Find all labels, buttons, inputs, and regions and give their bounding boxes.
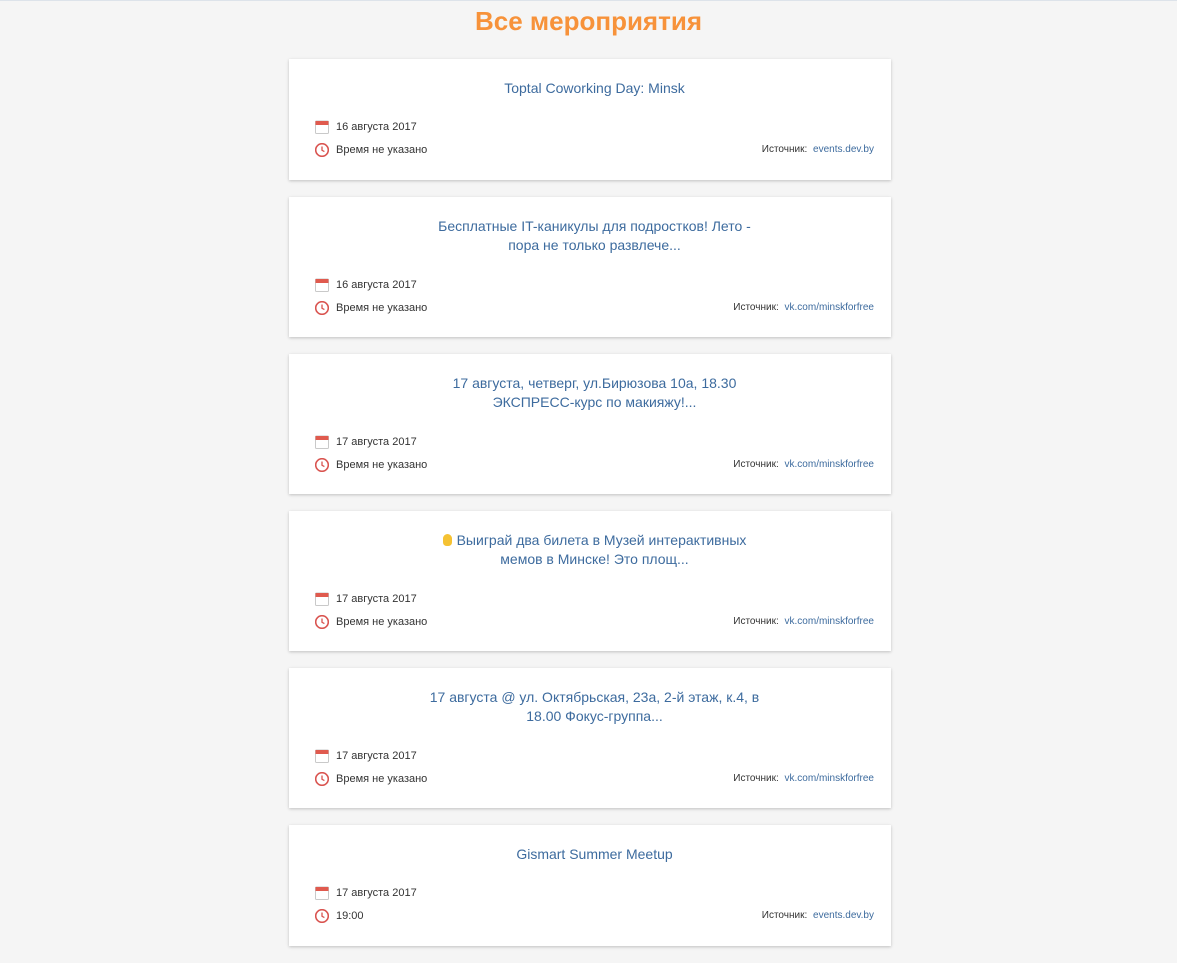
calendar-icon — [315, 120, 329, 134]
event-card: Gismart Summer Meetup 17 августа 2017 19… — [289, 825, 891, 946]
clock-icon — [315, 300, 329, 315]
event-title-line: 17 августа @ ул. Октябрьская, 23а, 2-й э… — [429, 689, 760, 705]
event-title-line: пора не только развлече... — [508, 237, 681, 253]
clock-icon — [315, 142, 329, 157]
event-title-line: 17 августа, четверг, ул.Бирюзова 10а, 18… — [452, 375, 737, 391]
event-title-link[interactable]: Бесплатные IT-каникулы для подростков! Л… — [425, 217, 765, 255]
source-label: Источник: — [733, 773, 779, 784]
event-title-link[interactable]: 17 августа, четверг, ул.Бирюзова 10а, 18… — [425, 374, 765, 412]
clock-icon — [315, 457, 329, 472]
event-source: Источник: vk.com/minskforfree — [733, 301, 874, 315]
event-title-link[interactable]: Выиграй два билета в Музей интерактивных… — [425, 531, 765, 569]
event-card: 17 августа, четверг, ул.Бирюзова 10а, 18… — [289, 354, 891, 494]
event-card: Бесплатные IT-каникулы для подростков! Л… — [289, 197, 891, 337]
clock-icon — [315, 908, 329, 923]
event-title-line: мемов в Минске! Это площ... — [500, 551, 689, 567]
event-title-line: Выиграй два билета в Музей интерактивных — [456, 532, 747, 548]
event-date-text: 16 августа 2017 — [336, 120, 417, 133]
event-date-text: 17 августа 2017 — [336, 749, 417, 762]
event-title-line: 18.00 Фокус-группа... — [526, 708, 663, 724]
page-title: Все мероприятия — [474, 6, 702, 36]
source-label: Источник: — [761, 910, 808, 921]
event-time-text: Время не указано — [336, 301, 428, 314]
event-date: 17 августа 2017 — [315, 881, 874, 904]
calendar-icon — [315, 435, 329, 449]
event-title-link[interactable]: 17 августа @ ул. Октябрьская, 23а, 2-й э… — [415, 688, 775, 726]
event-title-link[interactable]: Gismart Summer Meetup — [385, 845, 805, 864]
event-time-text: Время не указано — [336, 615, 428, 628]
event-date: 17 августа 2017 — [315, 587, 874, 610]
source-link[interactable]: events.dev.by — [813, 910, 874, 921]
event-source: Источник: events.dev.by — [762, 143, 874, 157]
raised-hand-icon — [442, 534, 452, 546]
event-date-text: 17 августа 2017 — [336, 592, 417, 605]
event-card: Toptal Coworking Day: Minsk 16 августа 2… — [289, 59, 891, 180]
source-label: Источник: — [733, 302, 779, 313]
event-date-text: 17 августа 2017 — [336, 886, 417, 899]
event-time-text: Время не указано — [336, 458, 428, 471]
source-link[interactable]: events.dev.by — [813, 144, 874, 155]
event-time-text: 19:00 — [336, 909, 364, 922]
event-source: Источник: vk.com/minskforfree — [733, 615, 874, 629]
source-link[interactable]: vk.com/minskforfree — [785, 459, 874, 470]
event-source: Источник: vk.com/minskforfree — [733, 458, 874, 472]
event-date: 17 августа 2017 — [315, 430, 874, 453]
event-source: Источник: events.dev.by — [762, 909, 874, 923]
calendar-icon — [315, 886, 329, 900]
clock-icon — [315, 614, 329, 629]
source-link[interactable]: vk.com/minskforfree — [785, 302, 874, 313]
events-list: Toptal Coworking Day: Minsk 16 августа 2… — [289, 59, 891, 963]
source-link[interactable]: vk.com/minskforfree — [785, 616, 874, 627]
source-label: Источник: — [761, 144, 808, 155]
event-time-text: Время не указано — [336, 772, 428, 785]
event-title-link[interactable]: Toptal Coworking Day: Minsk — [385, 79, 805, 98]
event-date: 16 августа 2017 — [315, 115, 874, 138]
source-label: Источник: — [733, 616, 779, 627]
source-label: Источник: — [733, 459, 779, 470]
event-time-text: Время не указано — [336, 143, 428, 156]
source-link[interactable]: vk.com/minskforfree — [785, 773, 874, 784]
event-card: 17 августа @ ул. Октябрьская, 23а, 2-й э… — [289, 668, 891, 808]
event-title-line: Бесплатные IT-каникулы для подростков! Л… — [438, 218, 751, 234]
event-title-line: Gismart Summer Meetup — [516, 846, 673, 862]
event-source: Источник: vk.com/minskforfree — [733, 772, 874, 786]
calendar-icon — [315, 592, 329, 606]
event-date-text: 17 августа 2017 — [336, 435, 417, 448]
event-date: 16 августа 2017 — [315, 273, 874, 296]
event-date: 17 августа 2017 — [315, 744, 874, 767]
event-date-text: 16 августа 2017 — [336, 278, 417, 291]
event-card: Выиграй два билета в Музей интерактивных… — [289, 511, 891, 651]
clock-icon — [315, 771, 329, 786]
calendar-icon — [315, 278, 329, 292]
event-title-line: Toptal Coworking Day: Minsk — [504, 80, 685, 96]
calendar-icon — [315, 749, 329, 763]
event-title-line: ЭКСПРЕСС-курс по макияжу!... — [492, 394, 697, 410]
